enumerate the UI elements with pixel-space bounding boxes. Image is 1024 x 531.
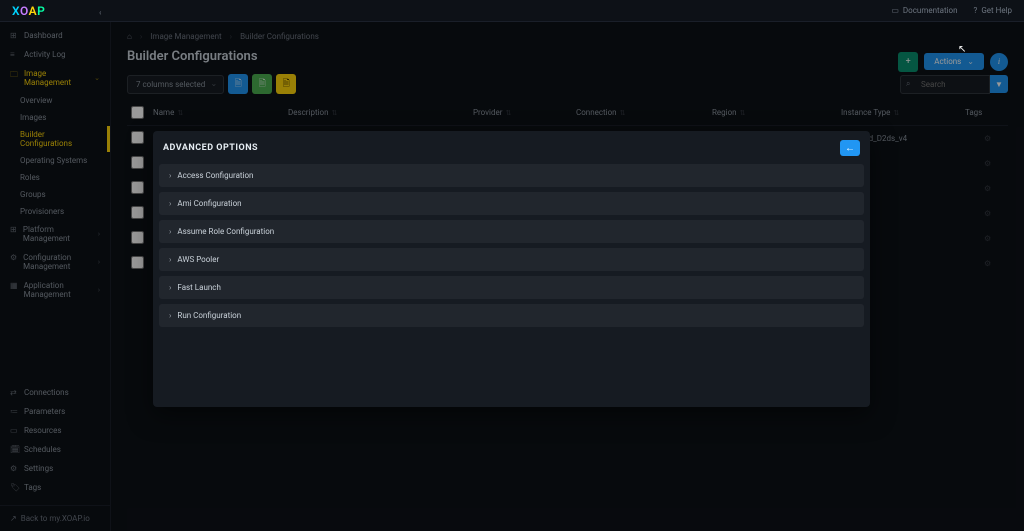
accordion-ami-configuration[interactable]: ›Ami Configuration	[159, 192, 864, 215]
modal-back-button[interactable]: ←	[840, 140, 860, 156]
modal-title: ADVANCED OPTIONS	[163, 143, 258, 153]
book-icon: ▭	[891, 6, 899, 15]
chevron-right-icon: ›	[169, 199, 171, 208]
advanced-options-modal: ADVANCED OPTIONS ← ›Access Configuration…	[153, 131, 870, 407]
help-icon: ?	[974, 6, 978, 15]
get-help-link[interactable]: ?Get Help	[974, 6, 1012, 15]
sidebar-collapse-button[interactable]: ‹	[99, 8, 101, 17]
chevron-right-icon: ›	[169, 283, 171, 292]
accordion-assume-role-configuration[interactable]: ›Assume Role Configuration	[159, 220, 864, 243]
accordion-fast-launch[interactable]: ›Fast Launch	[159, 276, 864, 299]
documentation-link[interactable]: ▭Documentation	[891, 6, 957, 15]
arrow-left-icon: ←	[845, 143, 855, 154]
chevron-right-icon: ›	[169, 255, 171, 264]
accordion-run-configuration[interactable]: ›Run Configuration	[159, 304, 864, 327]
chevron-right-icon: ›	[169, 311, 171, 320]
chevron-right-icon: ›	[169, 227, 171, 236]
chevron-right-icon: ›	[169, 171, 171, 180]
logo[interactable]: XOAP	[12, 4, 45, 18]
accordion-aws-pooler[interactable]: ›AWS Pooler	[159, 248, 864, 271]
accordion-access-configuration[interactable]: ›Access Configuration	[159, 164, 864, 187]
